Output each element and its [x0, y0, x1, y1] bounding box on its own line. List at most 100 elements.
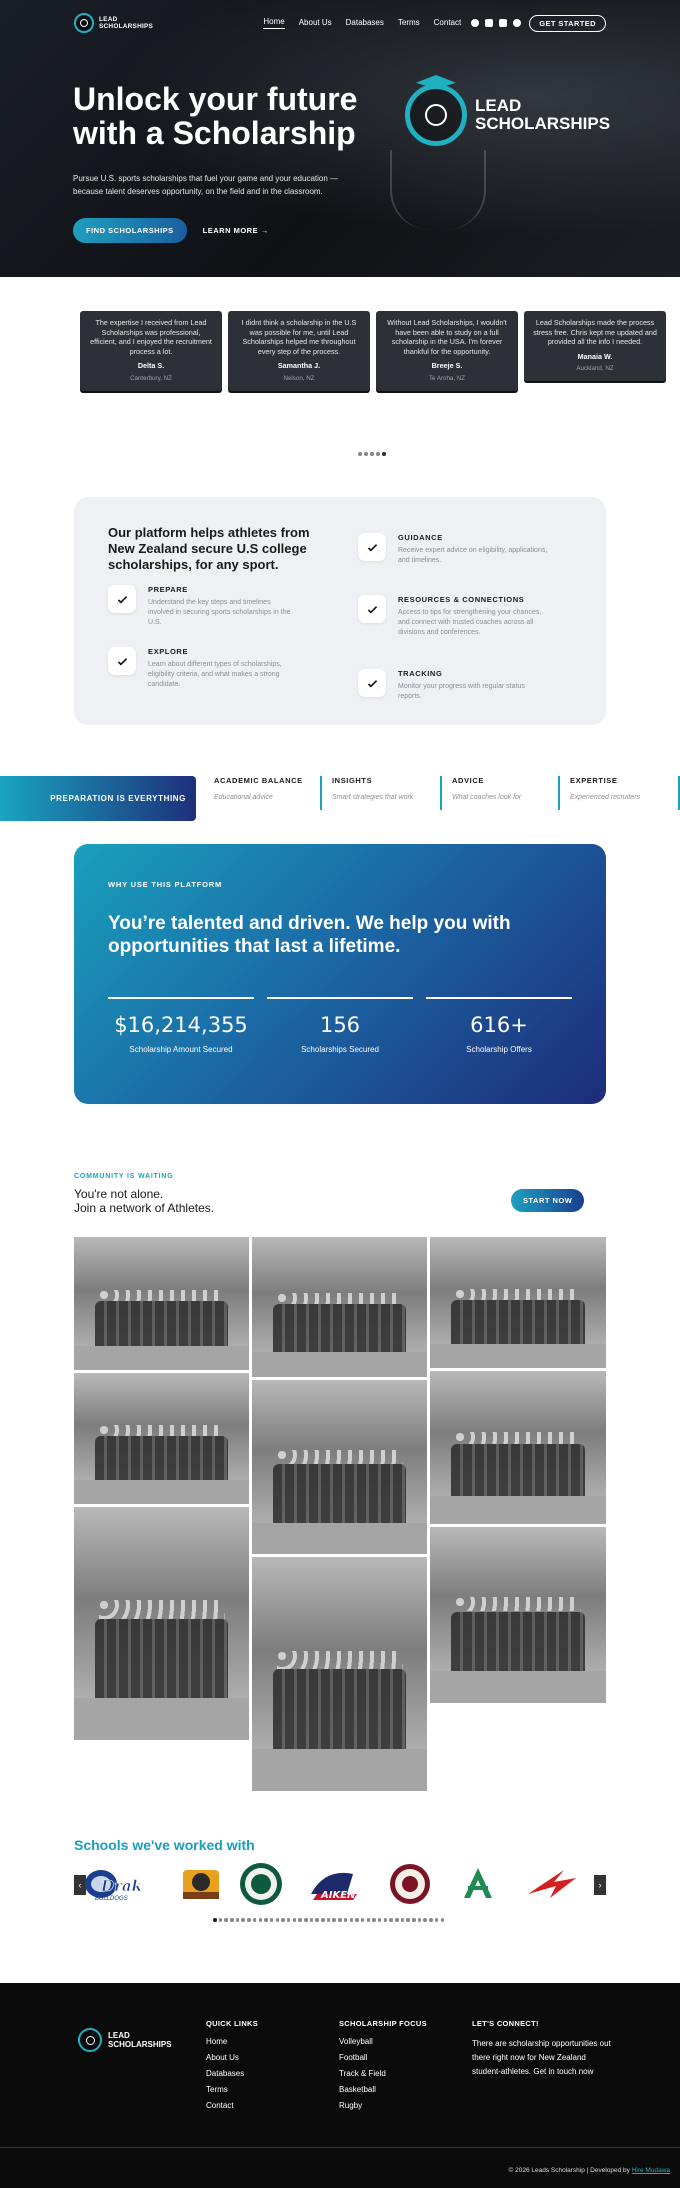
testimonial-name: Delta S. — [137, 361, 165, 371]
chevron-right-icon[interactable]: › — [594, 1875, 606, 1895]
learn-more-button[interactable]: LEARN MORE → — [203, 226, 269, 235]
carousel-dot[interactable] — [383, 1918, 388, 1922]
footer-logo-line2: SCHOLARSHIPS — [108, 2040, 172, 2049]
carousel-dot[interactable] — [252, 1918, 257, 1922]
carousel-dot[interactable] — [247, 1918, 251, 1922]
find-scholarships-button[interactable]: FIND SCHOLARSHIPS — [73, 218, 187, 243]
footer-link[interactable]: Home — [206, 2037, 258, 2046]
team-photo[interactable] — [430, 1237, 606, 1368]
facebook-icon[interactable] — [471, 19, 480, 27]
carousel-dot[interactable] — [429, 1918, 433, 1922]
team-photo[interactable] — [430, 1527, 606, 1703]
carousel-dot[interactable] — [440, 1918, 444, 1922]
carousel-dot[interactable] — [286, 1918, 291, 1922]
carousel-dot[interactable] — [389, 1918, 393, 1922]
carousel-dot-active[interactable] — [213, 1918, 217, 1922]
carousel-dot[interactable] — [412, 1918, 416, 1922]
carousel-dot[interactable] — [417, 1918, 422, 1922]
carousel-dot[interactable] — [292, 1918, 297, 1922]
carousel-dot[interactable] — [372, 1918, 376, 1922]
team-photo[interactable] — [430, 1371, 606, 1524]
carousel-dot[interactable] — [218, 1918, 223, 1922]
get-started-button[interactable]: GET STARTED — [529, 14, 606, 32]
team-photo[interactable] — [74, 1237, 249, 1370]
carousel-dot-active[interactable] — [382, 452, 386, 456]
footer-link[interactable]: Databases — [206, 2069, 258, 2078]
carousel-dot[interactable] — [395, 1918, 399, 1922]
testimonial-carousel[interactable]: The expertise I received from Lead Schol… — [80, 311, 666, 391]
carousel-dot[interactable] — [304, 1918, 308, 1922]
carousel-dot[interactable] — [364, 452, 368, 456]
carousel-dot[interactable] — [355, 1918, 359, 1922]
carousel-dot[interactable] — [269, 1918, 274, 1922]
carousel-dot[interactable] — [343, 1918, 348, 1922]
carousel-dot[interactable] — [235, 1918, 240, 1922]
footer-link[interactable]: Volleyball — [339, 2037, 427, 2046]
site-logo[interactable]: LEAD SCHOLARSHIPS — [74, 13, 153, 33]
carousel-dot[interactable] — [281, 1918, 285, 1922]
school-logo-drake[interactable]: DrakeBULLDOGS — [80, 1862, 144, 1906]
nav-links: Home About Us Databases Terms Contact — [263, 17, 461, 29]
footer-divider — [0, 2147, 680, 2148]
team-photo[interactable] — [74, 1507, 249, 1740]
carousel-dot[interactable] — [423, 1918, 427, 1922]
school-logo-tigers[interactable] — [176, 1862, 226, 1906]
start-now-button[interactable]: START NOW — [511, 1189, 585, 1212]
carousel-dot[interactable] — [376, 452, 380, 456]
copyright: © 2026 Leads Scholarship | Developed by … — [509, 2167, 671, 2174]
carousel-dot[interactable] — [377, 1918, 382, 1922]
carousel-dot[interactable] — [332, 1918, 336, 1922]
team-photo[interactable] — [74, 1373, 249, 1504]
carousel-dot[interactable] — [406, 1918, 410, 1922]
footer-link[interactable]: Terms — [206, 2085, 258, 2094]
feature-heading: PREPARE — [148, 585, 188, 594]
carousel-dot[interactable] — [258, 1918, 262, 1922]
footer-link[interactable]: Contact — [206, 2101, 258, 2110]
carousel-dot[interactable] — [358, 452, 362, 456]
school-logo-aiken[interactable]: AIKEN — [302, 1862, 364, 1906]
carousel-dot[interactable] — [298, 1918, 302, 1922]
footer-link[interactable]: Rugby — [339, 2101, 427, 2110]
school-logo-seal[interactable] — [386, 1862, 434, 1906]
developer-link[interactable]: Hire Mudawa — [632, 2167, 670, 2174]
carousel-dot[interactable] — [264, 1918, 268, 1922]
team-photo[interactable] — [252, 1557, 427, 1791]
stat-item: 616+ Scholarship Offers — [426, 997, 572, 1054]
ticker-sub: Experienced recruiters — [570, 794, 641, 801]
school-logo-green[interactable] — [236, 1862, 286, 1906]
nav-link-terms[interactable]: Terms — [398, 18, 420, 29]
nav-link-contact[interactable]: Contact — [434, 18, 462, 29]
carousel-dot[interactable] — [360, 1918, 365, 1922]
footer-logo[interactable]: LEAD SCHOLARSHIPS — [78, 2028, 172, 2052]
carousel-dot[interactable] — [434, 1918, 439, 1922]
carousel-dot[interactable] — [370, 452, 374, 456]
team-photo[interactable] — [252, 1380, 427, 1554]
footer-heading: SCHOLARSHIP FOCUS — [339, 2019, 427, 2028]
footer-link[interactable]: Track & Field — [339, 2069, 427, 2078]
carousel-dot[interactable] — [309, 1918, 314, 1922]
nav-link-home[interactable]: Home — [263, 17, 285, 29]
linkedin-icon[interactable] — [499, 19, 508, 27]
footer-link[interactable]: About Us — [206, 2053, 258, 2062]
footer-link[interactable]: Basketball — [339, 2085, 427, 2094]
whatsapp-icon[interactable] — [513, 19, 522, 27]
carousel-dot[interactable] — [241, 1918, 245, 1922]
nav-link-databases[interactable]: Databases — [346, 18, 384, 29]
instagram-icon[interactable] — [485, 19, 494, 27]
team-photo[interactable] — [252, 1237, 427, 1377]
carousel-dot[interactable] — [349, 1918, 353, 1922]
carousel-dot[interactable] — [366, 1918, 371, 1922]
carousel-dot[interactable] — [321, 1918, 325, 1922]
carousel-dot[interactable] — [224, 1918, 228, 1922]
footer-link[interactable]: Football — [339, 2053, 427, 2062]
carousel-dot[interactable] — [230, 1918, 234, 1922]
nav-link-about[interactable]: About Us — [299, 18, 332, 29]
carousel-dot[interactable] — [400, 1918, 405, 1922]
carousel-dot[interactable] — [275, 1918, 280, 1922]
testimonial-location: Nelson, NZ — [283, 374, 315, 382]
carousel-dot[interactable] — [326, 1918, 331, 1922]
school-logo-redhawk[interactable] — [522, 1862, 582, 1906]
carousel-dot[interactable] — [338, 1918, 342, 1922]
carousel-dot[interactable] — [315, 1918, 319, 1922]
school-logo-nm[interactable] — [456, 1862, 500, 1906]
